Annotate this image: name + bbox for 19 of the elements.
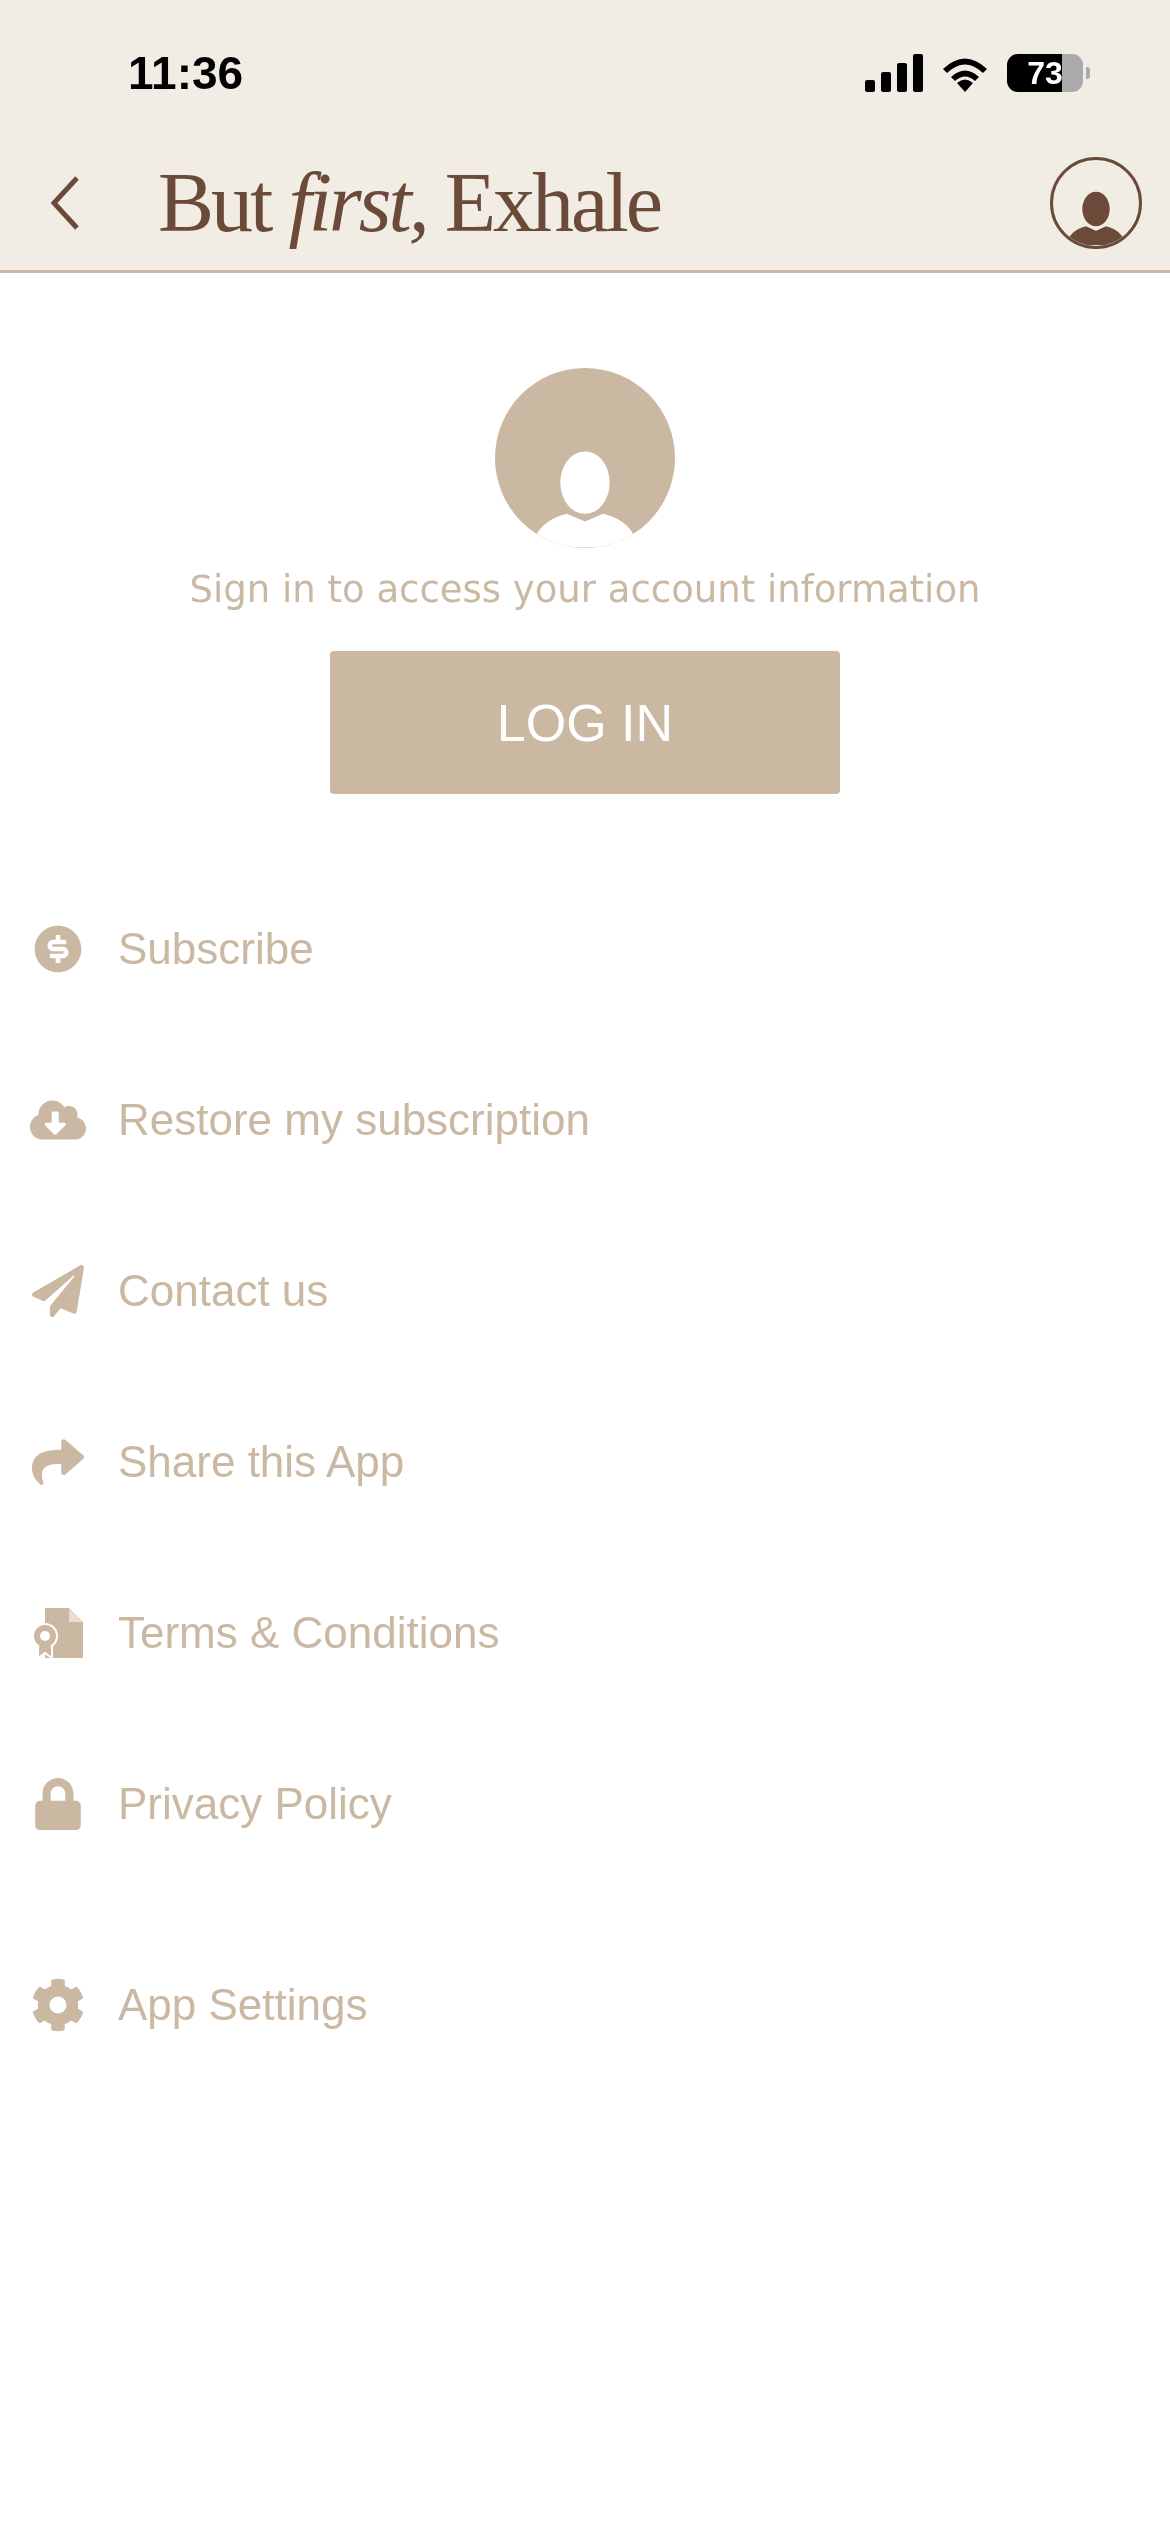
settings-icon (31, 1978, 85, 2032)
menu-item[interactable]: Share this App (30, 1422, 405, 1502)
status-time: 11:36 (128, 45, 244, 100)
paper-plane-icon (32, 1265, 84, 1317)
profile-avatar[interactable] (1050, 156, 1142, 249)
menu-item[interactable]: Restore my subscription (30, 1080, 590, 1160)
app-logo: But first, Exhale (158, 155, 661, 251)
signal-icon (865, 53, 923, 92)
menu-item[interactable]: App Settings (30, 1965, 368, 2045)
share-arrow-icon (32, 1436, 84, 1488)
back-button[interactable] (50, 174, 80, 231)
sign-in-prompt: Sign in to access your account information (189, 568, 981, 611)
certificate-document-icon (31, 1606, 85, 1660)
lock-icon (32, 1778, 84, 1830)
menu-item[interactable]: Subscribe (30, 909, 314, 989)
login-button[interactable]: LOG IN (330, 651, 840, 794)
menu-item[interactable]: Contact us (30, 1251, 329, 1331)
menu-item[interactable]: Privacy Policy (30, 1764, 392, 1844)
menu-item[interactable]: Terms & Conditions (30, 1593, 500, 1673)
